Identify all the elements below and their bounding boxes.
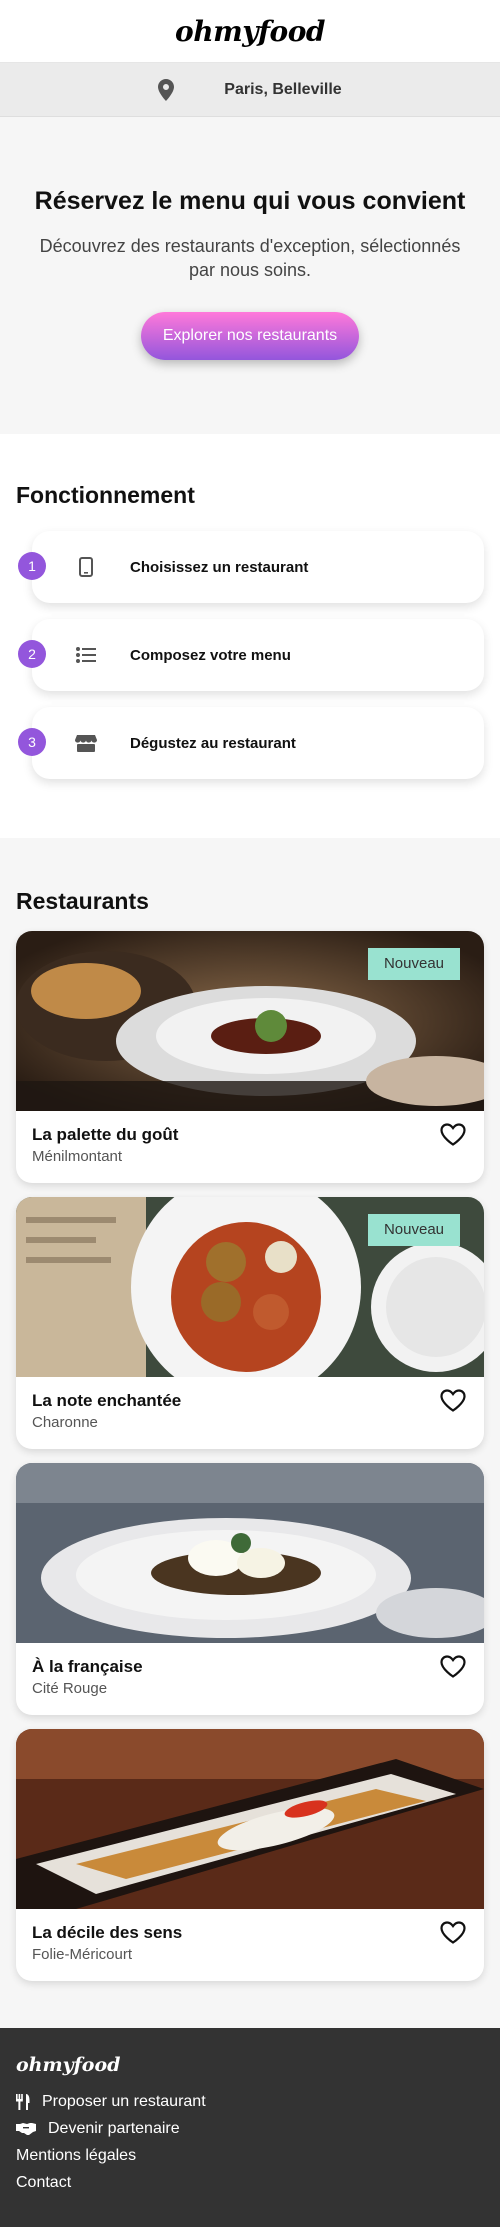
restaurant-area: Folie-Méricourt xyxy=(32,1946,133,1963)
ohmyfood-logo[interactable]: ohmyfood xyxy=(175,15,325,48)
new-badge: Nouveau xyxy=(368,1214,460,1246)
step-number: 3 xyxy=(18,728,46,756)
footer-link-propose-restaurant[interactable]: Proposer un restaurant xyxy=(16,2088,484,2115)
list-icon xyxy=(66,647,106,663)
heart-icon[interactable] xyxy=(440,1389,466,1417)
footer-link-label: Contact xyxy=(16,2173,72,2191)
footer-link-become-partner[interactable]: Devenir partenaire xyxy=(16,2115,484,2142)
heart-icon[interactable] xyxy=(440,1921,466,1949)
location-bar[interactable]: Paris, Belleville xyxy=(0,63,500,117)
restaurant-name: La note enchantée xyxy=(32,1391,182,1410)
how-it-works-title: Fonctionnement xyxy=(16,482,195,508)
step-enjoy-restaurant: 3 Dégustez au restaurant xyxy=(16,707,484,779)
restaurant-name: À la française xyxy=(32,1657,143,1676)
heart-icon[interactable] xyxy=(440,1123,466,1151)
heart-icon[interactable] xyxy=(440,1655,466,1683)
restaurant-area: Charonne xyxy=(32,1414,98,1431)
mobile-phone-icon xyxy=(66,557,106,577)
hero-title: Réservez le menu qui vous convient xyxy=(34,187,466,215)
step-number: 1 xyxy=(18,552,46,580)
restaurants-section: Restaurants Nouveau La palette du goût M… xyxy=(0,838,500,2028)
restaurant-card[interactable]: La décile des sens Folie-Méricourt xyxy=(16,1729,484,1981)
plated-dish-photo: Nouveau xyxy=(16,931,484,1111)
explore-restaurants-button[interactable]: Explorer nos restaurants xyxy=(141,312,359,360)
restaurant-area: Cité Rouge xyxy=(32,1680,108,1697)
hero-subtitle: Découvrez des restaurants d'exception, s… xyxy=(39,236,461,280)
step-number: 2 xyxy=(18,640,46,668)
hero-section: Réservez le menu qui vous convient Décou… xyxy=(0,117,500,434)
location-text: Paris, Belleville xyxy=(224,80,342,98)
handshake-icon xyxy=(16,2122,36,2135)
step-compose-menu: 2 Composez votre menu xyxy=(16,619,484,691)
how-it-works-section: Fonctionnement 1 Choisissez un restauran… xyxy=(0,434,500,838)
poached-egg-toast-photo xyxy=(16,1463,484,1643)
restaurant-name: La décile des sens xyxy=(32,1923,183,1942)
new-badge: Nouveau xyxy=(368,948,460,980)
restaurants-title: Restaurants xyxy=(16,888,149,914)
footer-link-label: Mentions légales xyxy=(16,2146,137,2164)
fish-platter-photo xyxy=(16,1729,484,1909)
site-footer: ohmyfood Proposer un restaurant Devenir … xyxy=(0,2028,500,2227)
footer-link-legal[interactable]: Mentions légales xyxy=(16,2142,484,2169)
restaurant-name: La palette du goût xyxy=(32,1125,179,1144)
map-marker-icon xyxy=(158,78,175,101)
utensils-icon xyxy=(16,2093,30,2110)
footer-link-label: Proposer un restaurant xyxy=(42,2092,206,2110)
footer-logo[interactable]: ohmyfood xyxy=(16,2054,484,2076)
step-label: Composez votre menu xyxy=(130,646,291,664)
footer-link-label: Devenir partenaire xyxy=(48,2119,180,2137)
restaurant-card[interactable]: À la française Cité Rouge xyxy=(16,1463,484,1715)
footer-link-contact[interactable]: Contact xyxy=(16,2169,484,2196)
step-label: Choisissez un restaurant xyxy=(130,558,309,576)
site-header: ohmyfood xyxy=(0,0,500,63)
restaurant-card[interactable]: Nouveau La palette du goût Ménilmontant xyxy=(16,931,484,1183)
step-choose-restaurant: 1 Choisissez un restaurant xyxy=(16,531,484,603)
restaurant-card[interactable]: Nouveau La note enchantée Charonne xyxy=(16,1197,484,1449)
step-label: Dégustez au restaurant xyxy=(130,734,296,752)
restaurant-area: Ménilmontant xyxy=(32,1148,123,1165)
store-icon xyxy=(66,734,106,752)
meatballs-plate-photo: Nouveau xyxy=(16,1197,484,1377)
